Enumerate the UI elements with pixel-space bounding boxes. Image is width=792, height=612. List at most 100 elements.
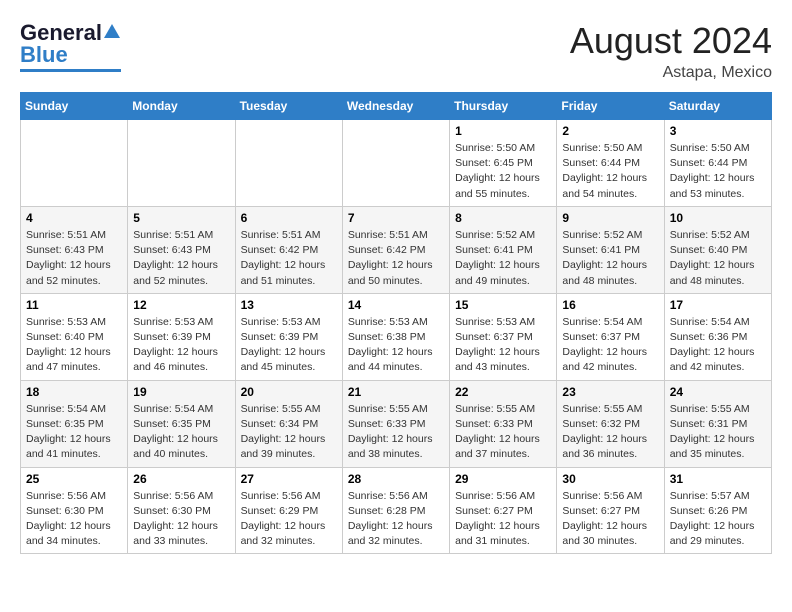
col-header-tuesday: Tuesday <box>235 93 342 120</box>
day-info: Sunrise: 5:56 AM Sunset: 6:27 PM Dayligh… <box>455 489 551 550</box>
calendar-week-5: 25 Sunrise: 5:56 AM Sunset: 6:30 PM Dayli… <box>21 467 772 554</box>
month-year: August 2024 <box>570 20 772 62</box>
day-number: 11 <box>26 298 122 312</box>
calendar-cell: 14 Sunrise: 5:53 AM Sunset: 6:38 PM Dayli… <box>342 293 449 380</box>
day-info: Sunrise: 5:50 AM Sunset: 6:44 PM Dayligh… <box>562 141 658 202</box>
calendar-cell: 26Sunrise: 5:56 AM Sunset: 6:30 PM Dayli… <box>128 467 235 554</box>
calendar-cell: 20 Sunrise: 5:55 AM Sunset: 6:34 PM Dayli… <box>235 380 342 467</box>
col-header-sunday: Sunday <box>21 93 128 120</box>
day-info: Sunrise: 5:54 AM Sunset: 6:35 PM Dayligh… <box>133 402 229 463</box>
day-info: Sunrise: 5:56 AM Sunset: 6:30 PM Dayligh… <box>26 489 122 550</box>
day-number: 12 <box>133 298 229 312</box>
col-header-friday: Friday <box>557 93 664 120</box>
day-number: 30 <box>562 472 658 486</box>
day-info: Sunrise: 5:53 AM Sunset: 6:38 PM Dayligh… <box>348 315 444 376</box>
page-header: General Blue August 2024 Astapa, Mexico <box>20 20 772 82</box>
calendar-cell: 11 Sunrise: 5:53 AM Sunset: 6:40 PM Dayli… <box>21 293 128 380</box>
day-info: Sunrise: 5:52 AM Sunset: 6:41 PM Dayligh… <box>455 228 551 289</box>
calendar-cell: 22 Sunrise: 5:55 AM Sunset: 6:33 PM Dayli… <box>450 380 557 467</box>
col-header-wednesday: Wednesday <box>342 93 449 120</box>
calendar-cell: 6 Sunrise: 5:51 AM Sunset: 6:42 PM Daylig… <box>235 206 342 293</box>
day-number: 6 <box>241 211 337 225</box>
calendar-cell: 1 Sunrise: 5:50 AM Sunset: 6:45 PM Daylig… <box>450 120 557 207</box>
col-header-monday: Monday <box>128 93 235 120</box>
day-info: Sunrise: 5:56 AM Sunset: 6:27 PM Dayligh… <box>562 489 658 550</box>
calendar-cell: 17 Sunrise: 5:54 AM Sunset: 6:36 PM Dayli… <box>664 293 771 380</box>
calendar-cell <box>21 120 128 207</box>
day-info: Sunrise: 5:55 AM Sunset: 6:31 PM Dayligh… <box>670 402 766 463</box>
day-info: Sunrise: 5:56 AM Sunset: 6:29 PM Dayligh… <box>241 489 337 550</box>
day-number: 16 <box>562 298 658 312</box>
calendar-cell: 2 Sunrise: 5:50 AM Sunset: 6:44 PM Daylig… <box>557 120 664 207</box>
calendar-cell: 8 Sunrise: 5:52 AM Sunset: 6:41 PM Daylig… <box>450 206 557 293</box>
calendar-week-2: 4 Sunrise: 5:51 AM Sunset: 6:43 PM Daylig… <box>21 206 772 293</box>
calendar-cell: 19 Sunrise: 5:54 AM Sunset: 6:35 PM Dayli… <box>128 380 235 467</box>
day-number: 27 <box>241 472 337 486</box>
day-number: 2 <box>562 124 658 138</box>
logo: General Blue <box>20 20 121 72</box>
calendar-cell: 7 Sunrise: 5:51 AM Sunset: 6:42 PM Daylig… <box>342 206 449 293</box>
day-number: 7 <box>348 211 444 225</box>
day-number: 14 <box>348 298 444 312</box>
day-info: Sunrise: 5:53 AM Sunset: 6:39 PM Dayligh… <box>241 315 337 376</box>
calendar-week-1: 1 Sunrise: 5:50 AM Sunset: 6:45 PM Daylig… <box>21 120 772 207</box>
calendar-cell: 31Sunrise: 5:57 AM Sunset: 6:26 PM Dayli… <box>664 467 771 554</box>
logo-blue: Blue <box>20 42 68 68</box>
day-info: Sunrise: 5:55 AM Sunset: 6:33 PM Dayligh… <box>348 402 444 463</box>
day-info: Sunrise: 5:56 AM Sunset: 6:28 PM Dayligh… <box>348 489 444 550</box>
day-info: Sunrise: 5:50 AM Sunset: 6:45 PM Dayligh… <box>455 141 551 202</box>
day-number: 1 <box>455 124 551 138</box>
calendar-week-4: 18Sunrise: 5:54 AM Sunset: 6:35 PM Dayli… <box>21 380 772 467</box>
calendar-cell: 28 Sunrise: 5:56 AM Sunset: 6:28 PM Dayli… <box>342 467 449 554</box>
day-info: Sunrise: 5:54 AM Sunset: 6:35 PM Dayligh… <box>26 402 122 463</box>
logo-underline <box>20 69 121 72</box>
day-info: Sunrise: 5:51 AM Sunset: 6:43 PM Dayligh… <box>133 228 229 289</box>
day-number: 10 <box>670 211 766 225</box>
col-header-saturday: Saturday <box>664 93 771 120</box>
day-number: 8 <box>455 211 551 225</box>
day-number: 24 <box>670 385 766 399</box>
day-number: 9 <box>562 211 658 225</box>
day-number: 19 <box>133 385 229 399</box>
day-info: Sunrise: 5:53 AM Sunset: 6:40 PM Dayligh… <box>26 315 122 376</box>
day-info: Sunrise: 5:50 AM Sunset: 6:44 PM Dayligh… <box>670 141 766 202</box>
day-number: 29 <box>455 472 551 486</box>
calendar-cell: 21Sunrise: 5:55 AM Sunset: 6:33 PM Dayli… <box>342 380 449 467</box>
day-info: Sunrise: 5:55 AM Sunset: 6:33 PM Dayligh… <box>455 402 551 463</box>
day-info: Sunrise: 5:54 AM Sunset: 6:37 PM Dayligh… <box>562 315 658 376</box>
calendar-cell: 5 Sunrise: 5:51 AM Sunset: 6:43 PM Daylig… <box>128 206 235 293</box>
day-number: 17 <box>670 298 766 312</box>
calendar-table: SundayMondayTuesdayWednesdayThursdayFrid… <box>20 92 772 554</box>
day-info: Sunrise: 5:55 AM Sunset: 6:34 PM Dayligh… <box>241 402 337 463</box>
day-info: Sunrise: 5:51 AM Sunset: 6:42 PM Dayligh… <box>348 228 444 289</box>
calendar-cell <box>128 120 235 207</box>
day-number: 23 <box>562 385 658 399</box>
calendar-cell <box>235 120 342 207</box>
day-info: Sunrise: 5:53 AM Sunset: 6:37 PM Dayligh… <box>455 315 551 376</box>
day-number: 28 <box>348 472 444 486</box>
day-info: Sunrise: 5:53 AM Sunset: 6:39 PM Dayligh… <box>133 315 229 376</box>
calendar-cell: 12 Sunrise: 5:53 AM Sunset: 6:39 PM Dayli… <box>128 293 235 380</box>
calendar-cell: 25 Sunrise: 5:56 AM Sunset: 6:30 PM Dayli… <box>21 467 128 554</box>
calendar-cell: 4 Sunrise: 5:51 AM Sunset: 6:43 PM Daylig… <box>21 206 128 293</box>
day-number: 4 <box>26 211 122 225</box>
day-info: Sunrise: 5:51 AM Sunset: 6:42 PM Dayligh… <box>241 228 337 289</box>
day-number: 5 <box>133 211 229 225</box>
day-info: Sunrise: 5:57 AM Sunset: 6:26 PM Dayligh… <box>670 489 766 550</box>
day-info: Sunrise: 5:52 AM Sunset: 6:41 PM Dayligh… <box>562 228 658 289</box>
calendar-cell: 16 Sunrise: 5:54 AM Sunset: 6:37 PM Dayli… <box>557 293 664 380</box>
calendar-week-3: 11 Sunrise: 5:53 AM Sunset: 6:40 PM Dayli… <box>21 293 772 380</box>
day-info: Sunrise: 5:51 AM Sunset: 6:43 PM Dayligh… <box>26 228 122 289</box>
calendar-cell: 23Sunrise: 5:55 AM Sunset: 6:32 PM Dayli… <box>557 380 664 467</box>
day-number: 22 <box>455 385 551 399</box>
day-number: 15 <box>455 298 551 312</box>
col-header-thursday: Thursday <box>450 93 557 120</box>
logo-triangle-icon <box>103 22 121 40</box>
day-info: Sunrise: 5:54 AM Sunset: 6:36 PM Dayligh… <box>670 315 766 376</box>
calendar-cell: 30 Sunrise: 5:56 AM Sunset: 6:27 PM Dayli… <box>557 467 664 554</box>
day-number: 20 <box>241 385 337 399</box>
day-number: 25 <box>26 472 122 486</box>
calendar-cell: 9 Sunrise: 5:52 AM Sunset: 6:41 PM Daylig… <box>557 206 664 293</box>
day-number: 13 <box>241 298 337 312</box>
calendar-cell: 27 Sunrise: 5:56 AM Sunset: 6:29 PM Dayli… <box>235 467 342 554</box>
